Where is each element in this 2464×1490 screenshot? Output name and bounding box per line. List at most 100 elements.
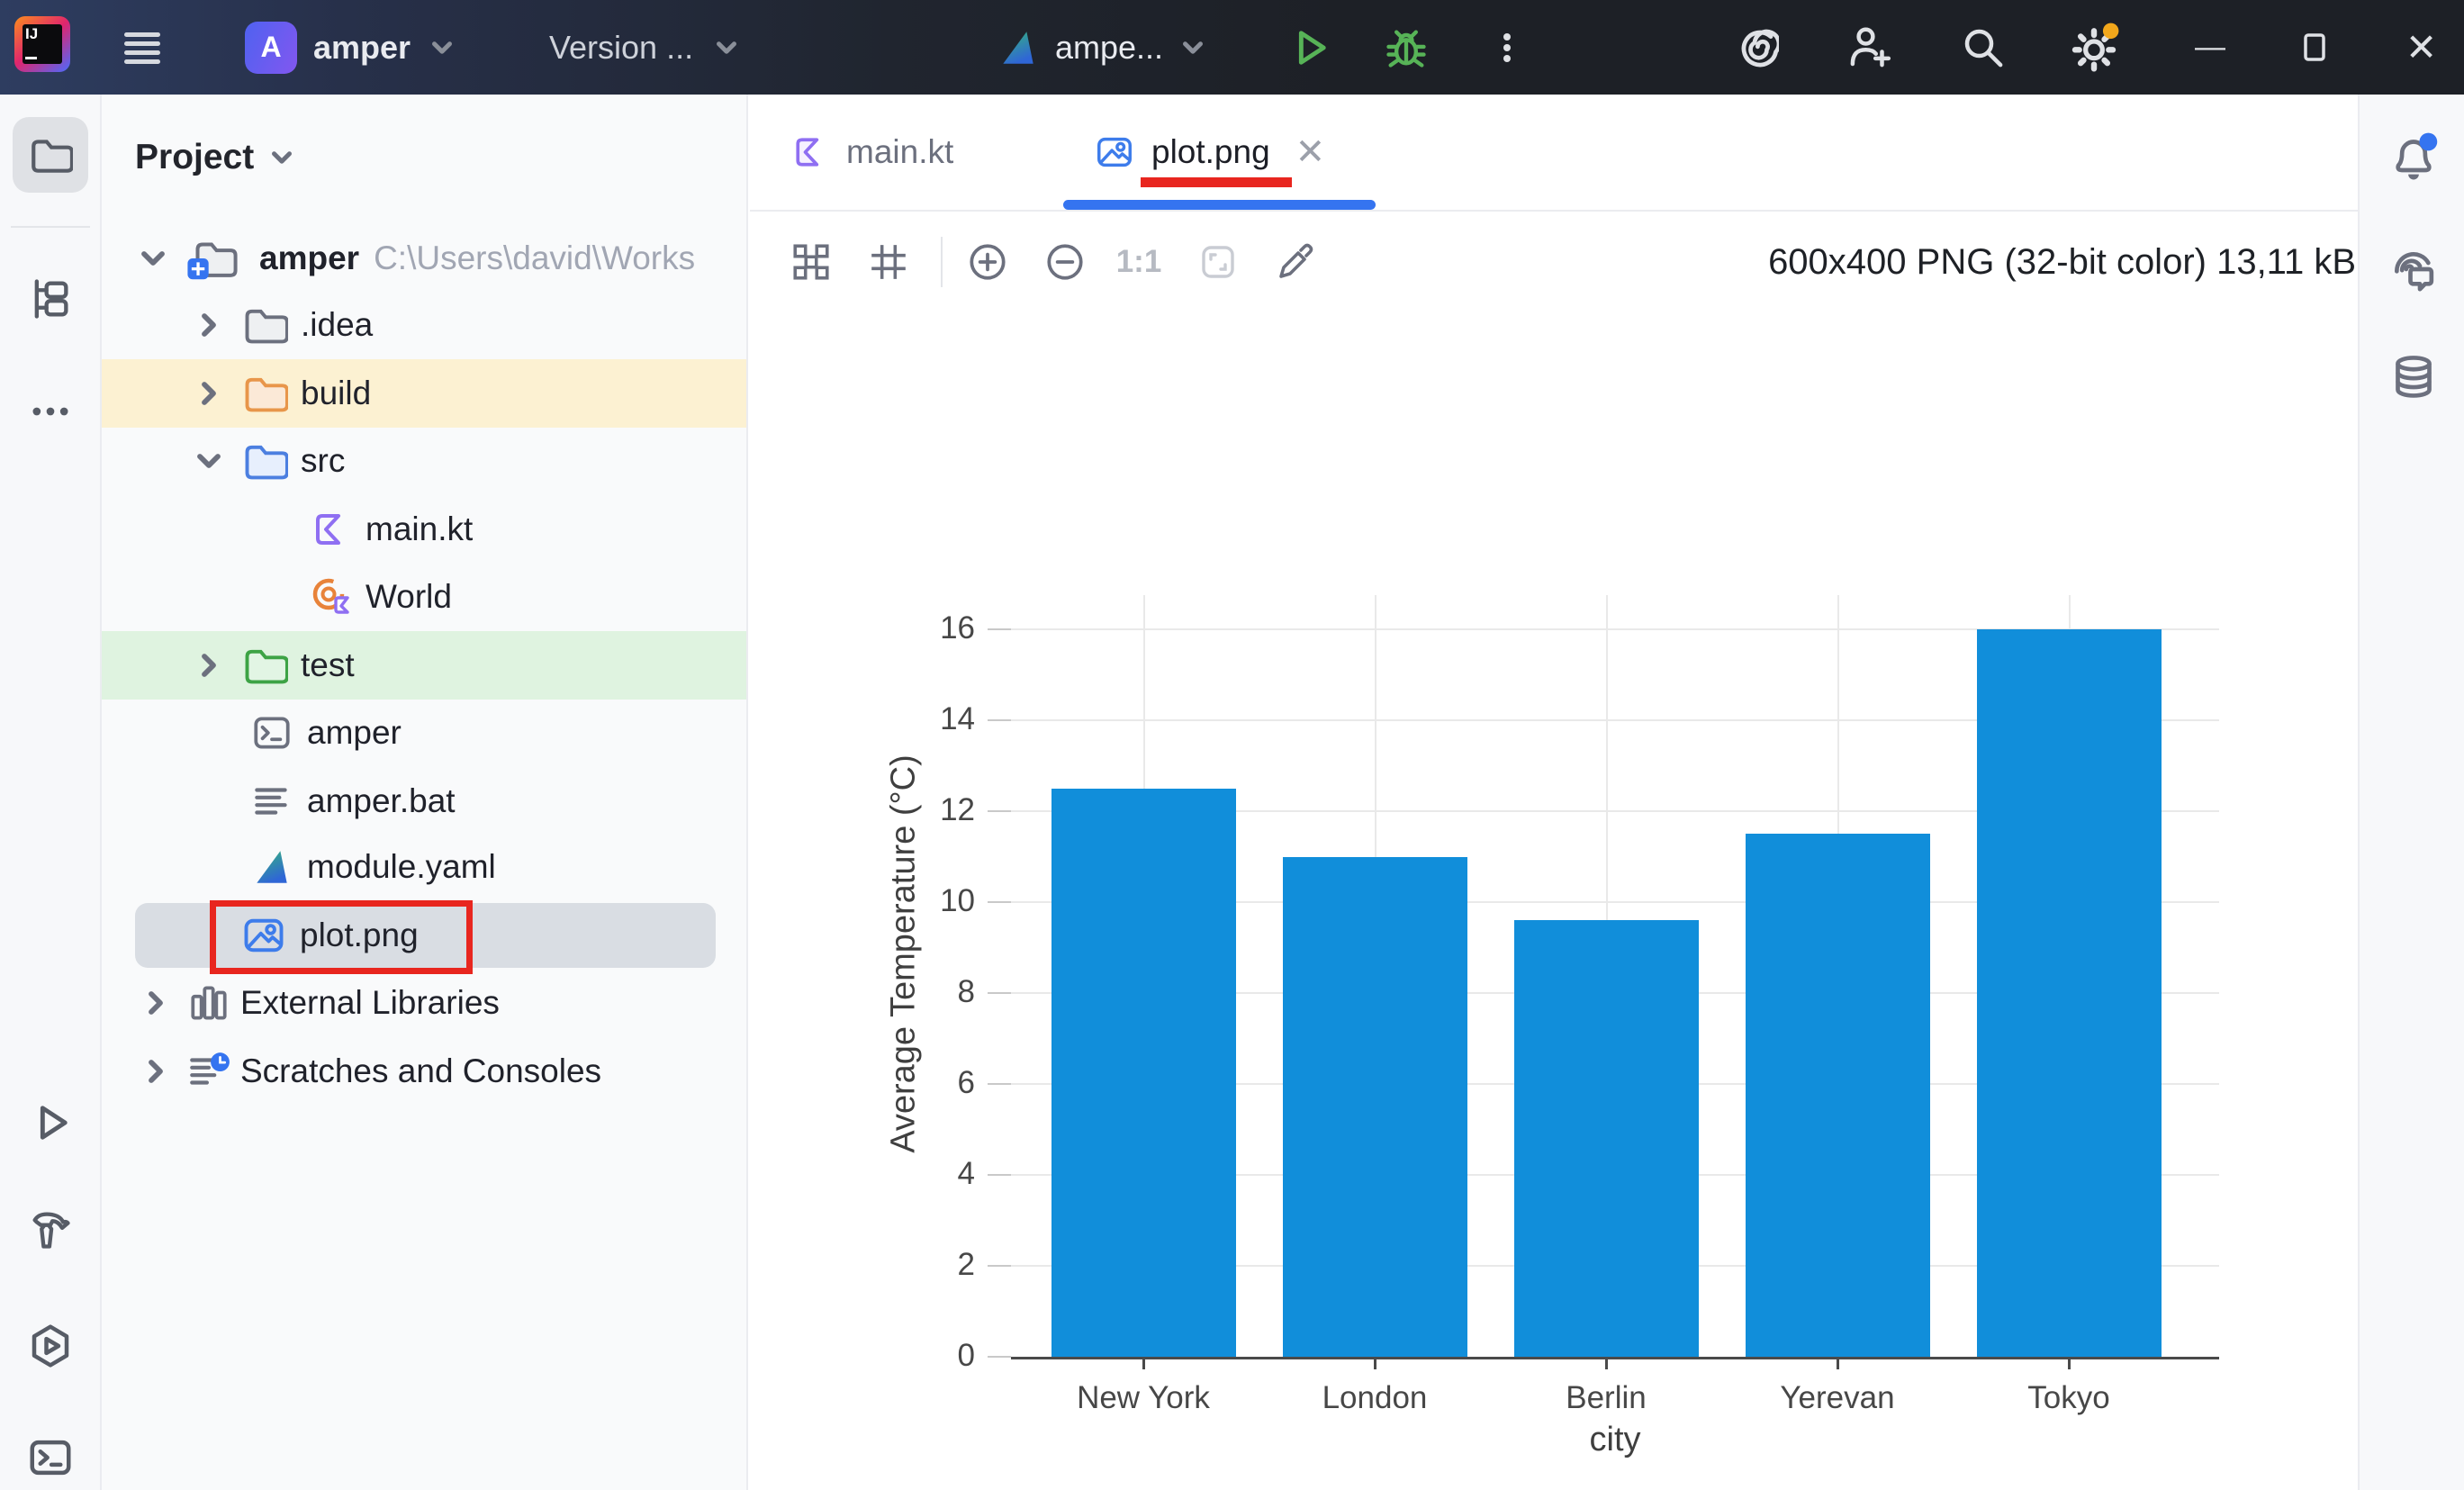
left-toolwindow-stripe <box>0 95 102 1490</box>
maximize-icon <box>2297 30 2333 66</box>
vcs-widget[interactable]: Version ... <box>549 0 742 95</box>
editor-tab-bar: main.kt plot.png ✕ <box>750 95 2358 212</box>
code-with-me-button[interactable] <box>1846 0 1894 95</box>
folder-icon <box>241 438 288 484</box>
tree-item-label: src <box>301 442 345 480</box>
tree-item-amper-root[interactable]: amper C:\Users\david\Works <box>102 224 748 293</box>
libraries-icon <box>186 980 231 1025</box>
minimize-button[interactable]: — <box>2195 0 2225 95</box>
chevron-down-icon <box>135 240 171 276</box>
project-name: amper <box>313 29 411 67</box>
actual-size-button[interactable]: 1:1 <box>1114 237 1164 287</box>
tree-item-main-kt[interactable]: main.kt <box>102 495 748 564</box>
notifications-button[interactable] <box>2376 120 2451 195</box>
chevron-right-icon <box>191 647 227 683</box>
services-toolwindow-button[interactable] <box>13 1308 88 1384</box>
tree-item-path: C:\Users\david\Works <box>374 239 695 277</box>
tree-item-label: amper <box>259 239 359 277</box>
search-everywhere-button[interactable] <box>1959 0 2008 95</box>
tree-item-label: module.yaml <box>307 848 496 886</box>
more-actions-button[interactable] <box>1487 0 1527 95</box>
play-icon <box>27 1099 74 1146</box>
bell-icon <box>2388 132 2439 183</box>
image-viewer-toolbar: 1:1 600x400 PNG (32-bit col <box>750 212 2358 315</box>
run-config-name: ampe... <box>1055 29 1163 67</box>
grid-icon <box>868 241 909 283</box>
hexagon-play-icon <box>26 1322 75 1370</box>
project-avatar: A <box>245 22 297 74</box>
run-toolwindow-button[interactable] <box>13 1085 88 1160</box>
tree-item-world[interactable]: World <box>102 563 748 631</box>
amper-logo-icon <box>996 25 1041 70</box>
database-toolwindow-button[interactable] <box>2376 339 2451 415</box>
tree-item-label: External Libraries <box>240 984 500 1022</box>
project-widget[interactable]: A amper <box>245 0 457 95</box>
tree-item-scratches[interactable]: Scratches and Consoles <box>102 1037 748 1106</box>
tree-item-external-libraries[interactable]: External Libraries <box>102 969 748 1037</box>
tree-item-module-yaml[interactable]: module.yaml <box>102 833 748 901</box>
tree-item-label: amper <box>307 714 402 752</box>
fit-to-window-button[interactable] <box>1193 237 1243 287</box>
active-tab-indicator <box>1063 200 1376 210</box>
zoom-out-button[interactable] <box>1040 237 1090 287</box>
chevron-right-icon <box>138 1053 174 1089</box>
project-panel-title: Project <box>135 138 254 177</box>
toolbar-separator <box>941 237 943 287</box>
structure-toolwindow-button[interactable] <box>13 261 88 337</box>
eyedropper-icon <box>1274 240 1317 284</box>
terminal-toolwindow-button[interactable] <box>13 1420 88 1490</box>
build-toolwindow-button[interactable] <box>13 1191 88 1267</box>
tree-item-amper-file[interactable]: amper <box>102 699 748 767</box>
project-toolwindow-button[interactable] <box>13 117 88 193</box>
module-folder-icon <box>184 233 239 284</box>
debug-button[interactable] <box>1383 0 1430 95</box>
editor-area: main.kt plot.png ✕ <box>750 95 2358 1490</box>
notification-badge <box>2419 133 2437 151</box>
tree-item-test[interactable]: test <box>102 631 748 700</box>
structure-icon <box>27 275 74 322</box>
annotation-underline-plot-png <box>1141 177 1292 187</box>
tree-item-src[interactable]: src <box>102 427 748 495</box>
zoom-in-button[interactable] <box>962 237 1013 287</box>
shell-file-icon <box>249 710 294 755</box>
tree-item-label: amper.bat <box>307 782 456 820</box>
toggle-transparency-chessboard-button[interactable] <box>786 237 836 287</box>
minimize-icon: — <box>2195 30 2225 65</box>
chevron-right-icon <box>191 375 227 411</box>
project-panel-header[interactable]: Project <box>135 138 297 177</box>
chevron-down-icon <box>191 443 227 479</box>
hammer-icon <box>27 1206 74 1252</box>
hamburger-menu-icon <box>121 26 164 69</box>
amper-logo-icon <box>249 844 294 889</box>
tab-close-icon[interactable]: ✕ <box>1295 131 1326 173</box>
tab-plot-png[interactable]: plot.png ✕ <box>1094 95 1325 210</box>
project-panel: Project amper C:\Users\david\Works .idea <box>102 95 748 1490</box>
folder-icon <box>241 302 288 348</box>
tab-main-kt[interactable]: main.kt <box>790 95 953 210</box>
database-icon <box>2388 352 2439 402</box>
close-icon: ✕ <box>2405 25 2437 69</box>
ai-assistant-toolwindow-button[interactable] <box>2376 231 2451 307</box>
chevron-right-icon <box>191 307 227 343</box>
tree-item-build[interactable]: build <box>102 359 748 428</box>
main-menu-button[interactable] <box>121 0 164 95</box>
kotlin-file-icon <box>310 508 353 551</box>
ai-assistant-button[interactable] <box>1730 0 1779 95</box>
tree-item-amper-bat[interactable]: amper.bat <box>102 767 748 835</box>
toggle-grid-button[interactable] <box>863 237 914 287</box>
terminal-icon <box>26 1433 75 1482</box>
vcs-label: Version ... <box>549 29 693 67</box>
tree-item-idea[interactable]: .idea <box>102 291 748 359</box>
more-toolwindows-button[interactable] <box>13 374 88 449</box>
kotlin-object-icon <box>310 575 353 619</box>
fit-content-icon <box>1196 240 1240 284</box>
chessboard-icon <box>790 241 832 283</box>
maximize-button[interactable] <box>2297 0 2333 95</box>
run-button[interactable] <box>1286 0 1332 95</box>
pick-color-button[interactable] <box>1270 237 1321 287</box>
close-button[interactable]: ✕ <box>2405 0 2437 95</box>
stripe-divider <box>11 226 90 228</box>
run-configuration-widget[interactable]: ampe... <box>996 0 1208 95</box>
settings-button[interactable] <box>2069 0 2119 95</box>
intellij-logo-icon: IJ <box>14 16 70 72</box>
